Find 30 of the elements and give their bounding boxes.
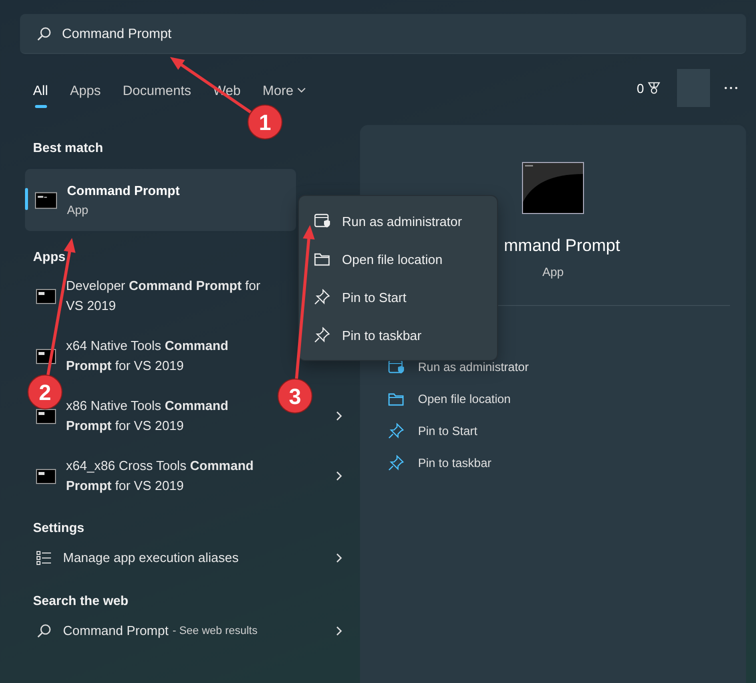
menu-item[interactable]: Pin to taskbar xyxy=(304,316,492,354)
step-number-badge: 2 xyxy=(28,374,62,410)
preview-action[interactable]: Pin to Start xyxy=(388,422,746,440)
app-result[interactable]: x86 Native Tools Command Prompt for VS 2019 xyxy=(66,396,276,436)
step-number-badge: 3 xyxy=(278,378,312,414)
filter-tab[interactable]: Documents xyxy=(122,82,192,108)
menu-item[interactable]: Run as administrator xyxy=(304,202,492,240)
filter-tab[interactable]: All xyxy=(33,82,48,108)
section-heading: Best match xyxy=(33,139,104,157)
app-result[interactable]: x64_x86 Cross Tools Command Prompt for VS 2019 xyxy=(66,456,276,496)
app-result[interactable]: Developer Command Prompt for VS 2019 xyxy=(66,276,276,316)
preview-action[interactable]: Pin to taskbar xyxy=(388,454,746,472)
section-heading: Apps xyxy=(33,248,66,266)
menu-item[interactable]: Pin to Start xyxy=(304,278,492,316)
preview-action[interactable]: Open file location xyxy=(388,390,746,408)
section-heading: Search the web xyxy=(33,592,128,610)
search-field[interactable]: Command Prompt xyxy=(20,14,746,54)
filter-tab[interactable]: More xyxy=(262,82,306,108)
filter-tab[interactable]: Apps xyxy=(70,82,101,108)
app-type: App xyxy=(542,265,564,279)
app-title: mmand Prompt xyxy=(502,236,620,256)
app-result[interactable]: x64 Native Tools Command Prompt for VS 2019 xyxy=(66,336,276,376)
step-number-badge: 1 xyxy=(248,104,282,140)
best-match-result[interactable]: Command Prompt App xyxy=(25,169,296,231)
preview-action[interactable]: Run as administrator xyxy=(388,358,746,376)
web-result[interactable]: Command Prompt - See web results xyxy=(20,610,350,652)
rewards-count: 0 xyxy=(636,80,644,96)
section-heading: Settings xyxy=(33,519,84,537)
menu-item[interactable]: Open file location xyxy=(304,240,492,278)
settings-result[interactable]: Manage app execution aliases xyxy=(20,537,350,579)
